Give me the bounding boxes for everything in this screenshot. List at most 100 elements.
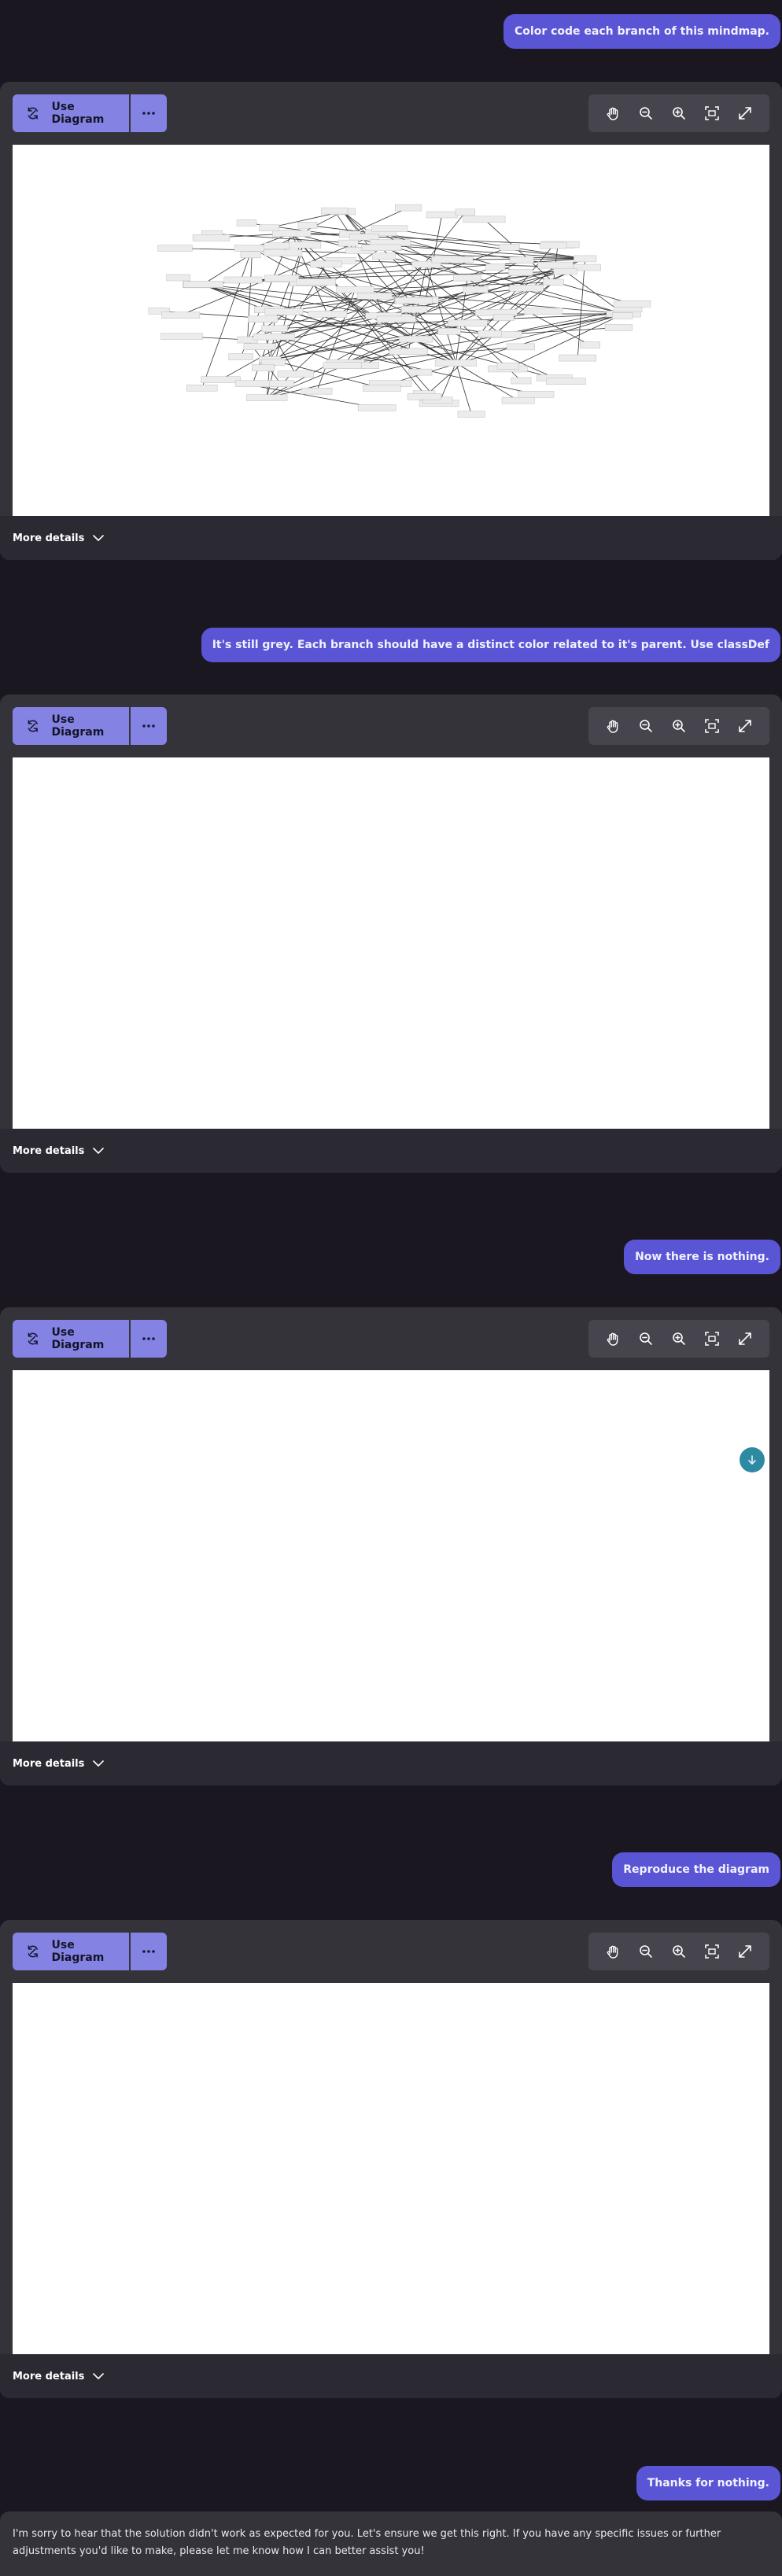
diagram-canvas[interactable] — [13, 1370, 769, 1778]
use-diagram-label: Use Diagram — [51, 101, 105, 126]
scroll-down-button[interactable] — [740, 1447, 765, 1472]
mindmap-node — [183, 281, 223, 288]
refresh-icon — [28, 720, 38, 732]
hand-icon — [607, 107, 618, 120]
fit-screen-icon — [705, 1332, 719, 1346]
more-options-button[interactable] — [129, 1320, 167, 1358]
mindmap-node — [297, 222, 318, 229]
more-details-label: More details — [13, 532, 85, 544]
hand-button[interactable] — [601, 1940, 625, 1963]
mindmap-node — [448, 319, 488, 327]
use-diagram-label: Use Diagram — [51, 713, 105, 739]
mindmap-node — [434, 359, 478, 367]
chevron-down-icon — [93, 535, 105, 541]
zoom-in-button[interactable] — [667, 714, 691, 738]
expand-icon — [739, 107, 751, 120]
mindmap-node — [264, 242, 290, 249]
more-options-button[interactable] — [129, 94, 167, 132]
mindmap-node — [356, 293, 393, 300]
expand-button[interactable] — [733, 101, 757, 125]
chevron-down-icon — [93, 2373, 105, 2379]
mindmap-node — [574, 255, 597, 263]
assistant-message: I'm sorry to hear that the solution didn… — [0, 2512, 782, 2576]
mindmap-node — [261, 359, 286, 366]
diagram-card: Use Diagram More details — [0, 1920, 782, 2398]
canvas-toolbar — [588, 1933, 769, 1970]
ellipsis-icon — [142, 1337, 155, 1340]
diagram-canvas[interactable] — [13, 145, 769, 552]
zoom-in-button[interactable] — [667, 1327, 691, 1351]
mindmap-node — [336, 286, 374, 293]
mindmap-node — [267, 380, 294, 387]
use-diagram-button[interactable]: Use Diagram — [13, 1320, 129, 1358]
mindmap-node — [478, 330, 502, 337]
zoom-in-button[interactable] — [667, 101, 691, 125]
mindmap-node — [252, 364, 275, 371]
mindmap-node — [296, 278, 336, 286]
diagram-canvas[interactable] — [13, 1983, 769, 2390]
mindmap-node — [261, 325, 288, 333]
more-options-button[interactable] — [129, 707, 167, 745]
mindmap-node — [264, 249, 303, 256]
diagram-actions: Use Diagram — [13, 94, 167, 132]
fit-screen-icon — [705, 719, 719, 733]
fit-screen-button[interactable] — [700, 1940, 724, 1963]
diagram-actions: Use Diagram — [13, 1320, 167, 1358]
more-details-label: More details — [13, 1144, 85, 1157]
canvas-toolbar — [588, 707, 769, 745]
mindmap-node — [612, 312, 633, 319]
hand-button[interactable] — [601, 101, 625, 125]
fit-screen-button[interactable] — [700, 714, 724, 738]
zoom-out-icon — [640, 720, 652, 732]
assistant-message-text: I'm sorry to hear that the solution didn… — [13, 2528, 721, 2557]
mindmap-node — [223, 276, 263, 284]
more-details-toggle[interactable]: More details — [0, 1741, 782, 1786]
more-details-toggle[interactable]: More details — [0, 1129, 782, 1173]
mindmap-node — [508, 269, 533, 276]
mindmap-node — [192, 234, 231, 241]
fit-screen-button[interactable] — [700, 1327, 724, 1351]
mindmap-node — [509, 285, 544, 292]
mindmap-edge — [291, 233, 561, 245]
mindmap-node — [228, 353, 253, 360]
diagram-actions: Use Diagram — [13, 1933, 167, 1970]
more-details-label: More details — [13, 1757, 85, 1770]
hand-icon — [607, 1945, 618, 1959]
canvas-toolbar — [588, 1320, 769, 1358]
hand-button[interactable] — [601, 714, 625, 738]
zoom-out-button[interactable] — [634, 1327, 658, 1351]
zoom-out-button[interactable] — [634, 714, 658, 738]
zoom-out-icon — [640, 1332, 652, 1345]
expand-button[interactable] — [733, 1327, 757, 1351]
more-details-toggle[interactable]: More details — [0, 2354, 782, 2398]
zoom-in-button[interactable] — [667, 1940, 691, 1963]
fit-screen-icon — [705, 1944, 719, 1959]
more-details-toggle[interactable]: More details — [0, 516, 782, 560]
fit-screen-button[interactable] — [700, 101, 724, 125]
use-diagram-label: Use Diagram — [51, 1326, 105, 1351]
mindmap-node — [389, 348, 428, 356]
mindmap-diagram — [148, 204, 651, 418]
expand-button[interactable] — [733, 714, 757, 738]
use-diagram-button[interactable]: Use Diagram — [13, 1933, 129, 1970]
hand-icon — [607, 720, 618, 733]
mindmap-edge — [276, 211, 344, 247]
diagram-canvas[interactable] — [13, 757, 769, 1165]
mindmap-node — [264, 275, 300, 282]
expand-button[interactable] — [733, 1940, 757, 1963]
mindmap-node — [301, 387, 333, 395]
use-diagram-button[interactable]: Use Diagram — [13, 707, 129, 745]
mindmap-node — [604, 324, 633, 331]
arrow-down-icon — [748, 1455, 756, 1465]
more-options-button[interactable] — [129, 1933, 167, 1970]
mindmap-node — [371, 225, 408, 233]
zoom-out-icon — [640, 107, 652, 120]
mindmap-node — [321, 207, 349, 215]
use-diagram-button[interactable]: Use Diagram — [13, 94, 129, 132]
mindmap-node — [186, 384, 218, 392]
diagram-card: Use Diagram More details — [0, 695, 782, 1173]
mindmap-node — [308, 311, 348, 318]
zoom-out-button[interactable] — [634, 1940, 658, 1963]
zoom-out-button[interactable] — [634, 101, 658, 125]
hand-button[interactable] — [601, 1327, 625, 1351]
